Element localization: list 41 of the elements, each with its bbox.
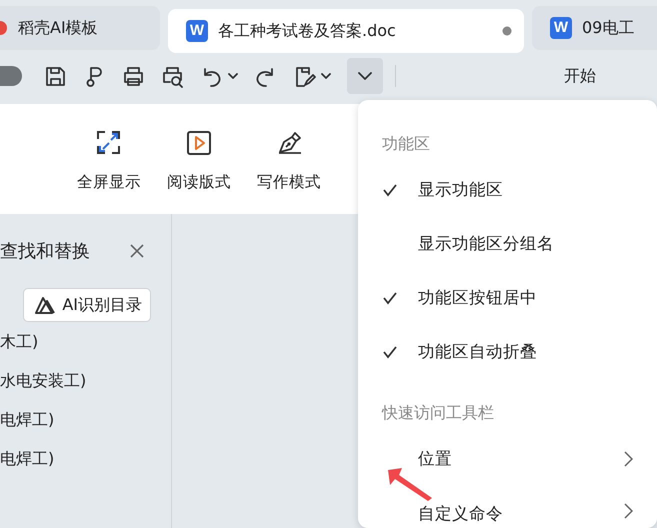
ai-toc-button[interactable]: AI识别目录 xyxy=(23,288,151,322)
ribbon-button[interactable]: 写作模式 xyxy=(248,126,330,192)
save-icon xyxy=(44,64,67,88)
document-edit-icon xyxy=(293,64,316,88)
menu-section-header: 功能区 xyxy=(381,133,431,155)
menu-item[interactable]: 自定义命令 xyxy=(358,486,633,528)
caret-icon xyxy=(228,72,238,80)
caret-icon xyxy=(321,72,331,80)
outline-item[interactable]: 水电安装工) xyxy=(0,361,171,400)
close-icon xyxy=(129,243,145,259)
close-button[interactable] xyxy=(129,243,145,259)
print-preview-icon xyxy=(161,64,184,88)
document-tab[interactable]: W 09电工 xyxy=(532,6,657,50)
word-icon: W xyxy=(186,20,208,42)
ribbon-button[interactable]: 全屏显示 xyxy=(68,126,150,192)
document-tab[interactable]: 稻壳AI模板 xyxy=(0,6,160,50)
menu-section-header: 快速访问工具栏 xyxy=(380,402,495,424)
outline-item[interactable]: 电焊工) xyxy=(0,439,171,478)
writing-pen-icon xyxy=(276,130,302,156)
chevron-down-icon xyxy=(358,72,372,80)
fullscreen-arrows-icon xyxy=(96,130,122,156)
pane-title: 查找和替换 xyxy=(0,240,90,263)
document-tab[interactable]: W 各工种考试卷及答案.doc xyxy=(168,9,524,53)
annotation-arrow-icon xyxy=(386,466,434,502)
menu-item[interactable]: 显示功能区分组名 xyxy=(358,217,633,271)
outline-item[interactable]: 木工) xyxy=(0,322,171,361)
chevron-right-icon xyxy=(624,503,633,519)
menu-item[interactable]: 显示功能区 xyxy=(358,163,633,217)
triangle-logo-icon xyxy=(34,295,56,315)
menu-item[interactable]: 功能区自动折叠 xyxy=(358,325,633,379)
reading-play-icon xyxy=(186,130,212,156)
menu-item[interactable]: 功能区按钮居中 xyxy=(358,271,633,325)
chevron-right-icon xyxy=(624,451,633,467)
ribbon-button[interactable]: 阅读版式 xyxy=(158,126,240,192)
ribbon-tab[interactable]: 开始 xyxy=(564,66,596,86)
customize-toolbar-button[interactable] xyxy=(347,58,383,94)
printer-icon xyxy=(122,64,145,88)
toggle-switch[interactable] xyxy=(0,66,22,86)
outline-item[interactable]: 电焊工) xyxy=(0,400,171,439)
word-icon: W xyxy=(550,17,572,39)
menu-item[interactable]: 位置 xyxy=(358,432,633,486)
